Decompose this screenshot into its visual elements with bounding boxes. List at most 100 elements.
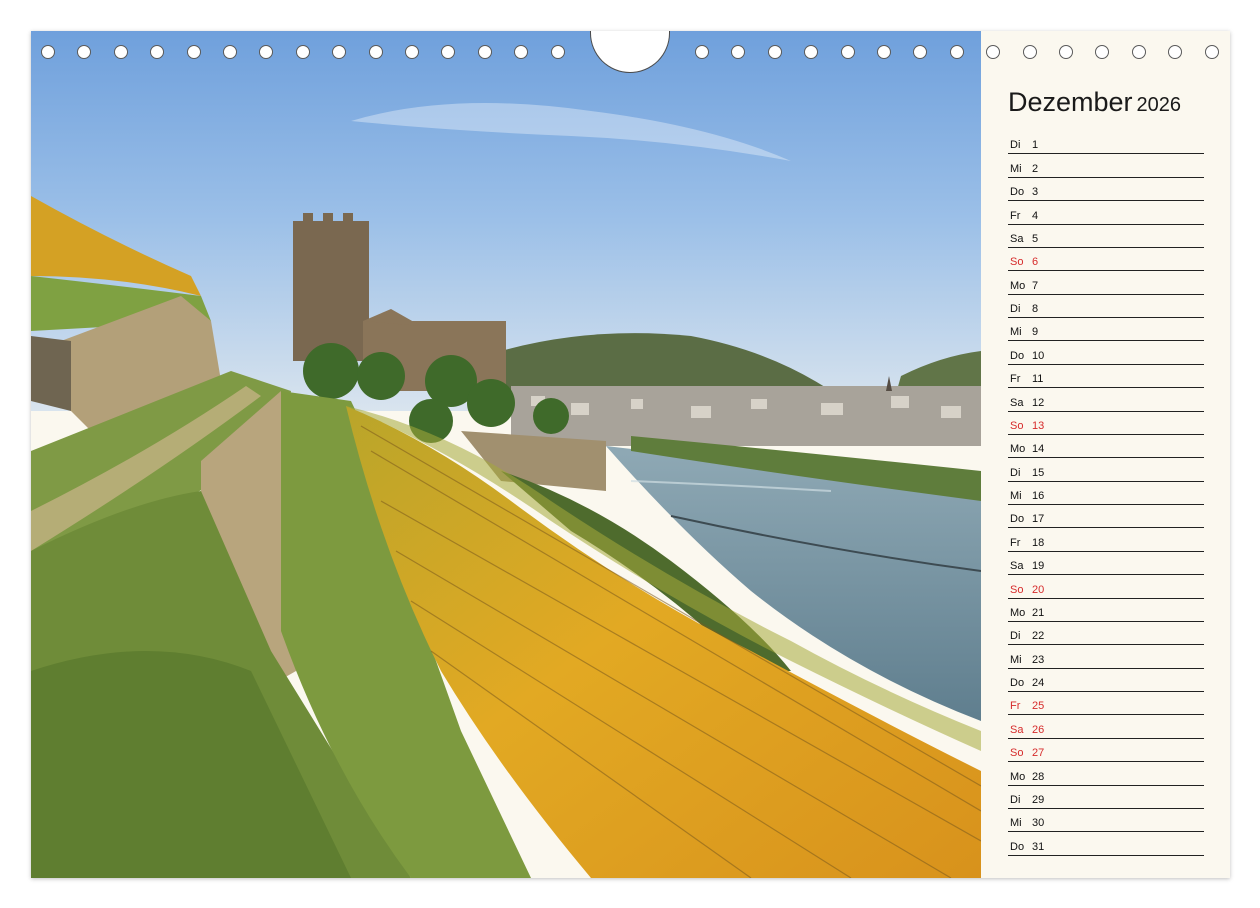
day-row: Sa 5 [1008, 225, 1204, 248]
day-number: 22 [1032, 630, 1045, 643]
landscape-photo [31, 31, 981, 878]
day-row: Do 31 [1008, 832, 1204, 856]
day-name: Fr [1010, 373, 1021, 386]
day-number: 14 [1032, 443, 1045, 456]
day-number: 28 [1032, 770, 1045, 783]
day-name: Mo [1010, 279, 1026, 292]
month-title: Dezember 2026 [1008, 87, 1181, 118]
day-name: Di [1010, 139, 1021, 152]
day-row: So 13 [1008, 412, 1204, 435]
day-row: Fr 18 [1008, 528, 1204, 552]
day-name: Di [1010, 793, 1021, 806]
day-name: So [1010, 583, 1024, 596]
day-row: Di 1 [1008, 131, 1204, 155]
day-number: 7 [1032, 279, 1039, 292]
day-row: Fr 4 [1008, 201, 1204, 225]
day-row: Sa 26 [1008, 715, 1204, 739]
day-name: Sa [1010, 723, 1024, 736]
day-row: Mi 30 [1008, 809, 1204, 833]
day-name: Di [1010, 466, 1021, 479]
day-name: Sa [1010, 560, 1024, 573]
day-row: Di 15 [1008, 458, 1204, 482]
day-name: Fr [1010, 536, 1021, 549]
day-number: 21 [1032, 606, 1045, 619]
month-panel: Dezember 2026 Di 1 Mi 2 Do 3 Fr 4 Sa 5 So 6 Mo 7 Di 8 Mi 9… [981, 31, 1230, 878]
day-name: Do [1010, 840, 1025, 853]
day-number: 10 [1032, 349, 1045, 362]
day-name: Mo [1010, 606, 1026, 619]
day-list: Di 1 Mi 2 Do 3 Fr 4 Sa 5 So 6 Mo 7 Di 8 Mi 9 Do 10 Fr 11 Sa 12 S… [1008, 131, 1204, 856]
day-number: 31 [1032, 840, 1045, 853]
day-number: 27 [1032, 747, 1045, 760]
day-row: Di 22 [1008, 622, 1204, 646]
day-name: So [1010, 419, 1024, 432]
day-row: Do 17 [1008, 505, 1204, 529]
day-number: 9 [1032, 326, 1039, 339]
day-row: Sa 19 [1008, 552, 1204, 576]
day-number: 1 [1032, 139, 1039, 152]
day-number: 5 [1032, 232, 1039, 245]
day-row: Mi 23 [1008, 645, 1204, 669]
month-name: Dezember [1008, 87, 1133, 117]
day-row: Do 3 [1008, 178, 1204, 202]
day-name: Do [1010, 186, 1025, 199]
day-name: Mi [1010, 653, 1022, 666]
day-number: 19 [1032, 560, 1045, 573]
day-name: Mi [1010, 162, 1022, 175]
day-row: Mo 7 [1008, 271, 1204, 295]
day-name: Sa [1010, 396, 1024, 409]
day-row: Mo 21 [1008, 599, 1204, 622]
day-name: Do [1010, 677, 1025, 689]
day-name: Mi [1010, 817, 1022, 830]
day-name: Sa [1010, 232, 1024, 245]
day-name: Fr [1010, 209, 1021, 222]
day-number: 23 [1032, 653, 1045, 666]
day-number: 4 [1032, 209, 1039, 222]
day-name: Fr [1010, 700, 1021, 713]
day-number: 12 [1032, 396, 1045, 409]
day-name: Mo [1010, 770, 1026, 783]
day-number: 30 [1032, 817, 1045, 830]
day-number: 24 [1032, 677, 1045, 689]
day-row: Mi 16 [1008, 482, 1204, 505]
day-number: 16 [1032, 490, 1045, 502]
day-row: So 27 [1008, 739, 1204, 763]
day-name: So [1010, 256, 1024, 269]
day-name: Do [1010, 349, 1025, 362]
day-number: 11 [1032, 373, 1044, 386]
day-number: 3 [1032, 186, 1039, 199]
day-row: Mo 14 [1008, 435, 1204, 459]
day-row: Do 24 [1008, 669, 1204, 692]
day-row: Mi 2 [1008, 154, 1204, 178]
day-number: 20 [1032, 583, 1045, 596]
wall-calendar-page: Dezember 2026 Di 1 Mi 2 Do 3 Fr 4 Sa 5 So 6 Mo 7 Di 8 Mi 9… [31, 31, 1230, 878]
day-name: Do [1010, 513, 1025, 526]
day-row: Mo 28 [1008, 762, 1204, 786]
day-number: 29 [1032, 793, 1045, 806]
day-number: 2 [1032, 162, 1039, 175]
day-number: 15 [1032, 466, 1045, 479]
day-row: Di 8 [1008, 295, 1204, 318]
month-year: 2026 [1136, 94, 1182, 116]
day-row: Di 29 [1008, 786, 1204, 809]
day-number: 13 [1032, 419, 1045, 432]
day-number: 8 [1032, 303, 1039, 315]
day-name: So [1010, 747, 1024, 760]
day-name: Di [1010, 630, 1021, 643]
day-row: So 20 [1008, 575, 1204, 599]
day-number: 17 [1032, 513, 1045, 526]
day-name: Mi [1010, 490, 1022, 502]
day-number: 26 [1032, 723, 1045, 736]
day-number: 6 [1032, 256, 1039, 269]
day-row: Fr 11 [1008, 365, 1204, 389]
day-row: Sa 12 [1008, 388, 1204, 412]
day-number: 18 [1032, 536, 1045, 549]
day-row: So 6 [1008, 248, 1204, 272]
day-row: Fr 25 [1008, 692, 1204, 716]
day-row: Mi 9 [1008, 318, 1204, 342]
day-row: Do 10 [1008, 341, 1204, 365]
day-name: Mi [1010, 326, 1022, 339]
day-name: Mo [1010, 443, 1026, 456]
day-name: Di [1010, 303, 1021, 315]
day-number: 25 [1032, 700, 1045, 713]
